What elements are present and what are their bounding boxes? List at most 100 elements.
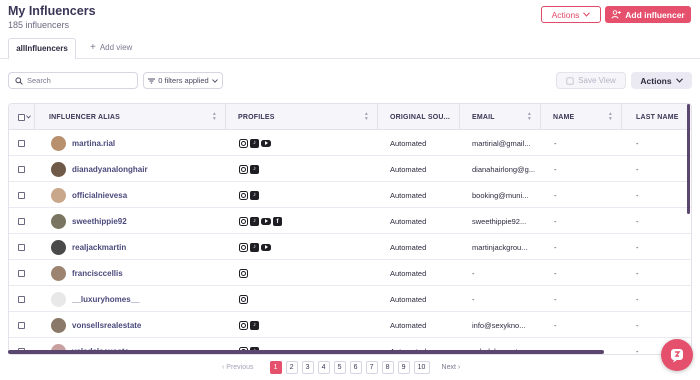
vertical-scrollbar[interactable] [687,104,690,214]
previous-page-link[interactable]: ‹ Previous [222,364,254,371]
table-row[interactable]: martina.rial ♪ Automated martirial@gmail...… [9,130,691,156]
column-source-label: ORIGINAL SOU... [390,113,451,121]
source-cell: Automated [390,216,427,226]
youtube-icon[interactable] [261,139,271,147]
instagram-icon[interactable] [239,320,248,330]
influencer-alias-link[interactable]: francisccellis [72,269,123,278]
avatar [51,161,66,177]
add-influencer-button[interactable]: Add influencer [605,6,691,23]
instagram-icon[interactable] [239,164,248,174]
profiles-cell: ♪ f [239,208,378,234]
instagram-icon[interactable] [239,138,248,148]
search-box[interactable] [8,72,138,89]
tab-allinfluencers[interactable]: allInfluencers [8,38,76,60]
row-checkbox[interactable] [18,295,25,303]
horizontal-scrollbar[interactable] [8,350,604,354]
instagram-icon[interactable] [239,190,248,200]
column-header-alias[interactable]: INFLUENCER ALIAS ▲ ▼ [35,104,226,130]
influencer-alias-link[interactable]: vonsellsrealestate [72,321,141,330]
column-header-name[interactable]: NAME ▲ ▼ [541,104,622,130]
row-checkbox[interactable] [18,217,25,225]
table-row[interactable]: officialnievesa ♪ Automated booking@muni...… [9,182,691,208]
page-10-button[interactable]: 10 [413,361,430,374]
page-8-button[interactable]: 8 [381,361,394,374]
column-header-last-name[interactable]: LAST NAME [622,104,691,130]
instagram-icon[interactable] [239,242,248,252]
sort-icon[interactable]: ▲ ▼ [608,112,613,122]
tiktok-icon[interactable]: ♪ [250,320,259,330]
page-4-button[interactable]: 4 [317,361,330,374]
column-header-profiles[interactable]: PROFILES ▲ ▼ [226,104,378,130]
row-select-cell [18,234,35,260]
instagram-icon[interactable] [239,268,248,278]
influencer-alias-link[interactable]: officialnievesa [72,191,127,200]
column-header-email[interactable]: EMAIL ▲ ▼ [460,104,541,130]
source-cell: Automated [390,294,427,304]
table-row[interactable]: realjackmartin ♪ Automated martinjackgrou..… [9,234,691,260]
profiles-cell: ♪ [239,234,378,260]
influencer-alias-link[interactable]: sweethippie92 [72,217,127,226]
tiktok-icon[interactable]: ♪ [250,164,259,174]
next-page-link[interactable]: Next › [442,364,461,371]
tiktok-icon[interactable]: ♪ [250,190,259,200]
last-name-cell: - [636,320,639,330]
page-6-button[interactable]: 6 [349,361,362,374]
page-header: My Influencers 185 influencers [8,4,96,30]
chevron-down-icon [675,78,683,83]
sort-icon[interactable]: ▲ ▼ [364,112,369,122]
table-row[interactable]: vonsellsrealestate ♪ Automated info@sexykno… [9,312,691,338]
add-view-tab[interactable]: + Add view [90,42,132,53]
facebook-icon[interactable]: f [273,216,282,226]
influencer-alias-link[interactable]: __luxuryhomes__ [72,295,140,304]
alias-cell: officialnievesa [51,182,226,208]
row-checkbox[interactable] [18,269,25,277]
select-all-checkbox[interactable] [18,113,25,121]
profiles-cell: ♪ [239,312,378,338]
name-cell: - [554,268,557,278]
row-checkbox[interactable] [18,321,25,329]
tiktok-icon[interactable]: ♪ [250,216,259,226]
column-header-source[interactable]: ORIGINAL SOU... [378,104,460,130]
sort-icon[interactable]: ▲ ▼ [527,112,532,122]
filters-dropdown[interactable]: 0 filters applied [143,72,223,89]
youtube-icon[interactable] [261,217,271,225]
instagram-icon[interactable] [239,294,248,304]
row-checkbox[interactable] [18,165,25,173]
table-row[interactable]: __luxuryhomes__ Automated - - - [9,286,691,312]
row-checkbox[interactable] [18,139,25,147]
instagram-icon[interactable] [239,216,248,226]
influencer-alias-link[interactable]: martina.rial [72,139,115,148]
table-row[interactable]: dianadyanalonghair ♪ Automated dianahairlon… [9,156,691,182]
name-cell: - [554,216,557,226]
search-input[interactable] [27,76,127,85]
influencer-alias-link[interactable]: realjackmartin [72,243,126,252]
youtube-icon[interactable] [261,243,271,251]
page-title: My Influencers [8,4,96,18]
tiktok-icon[interactable]: ♪ [250,138,259,148]
chat-button[interactable] [661,339,693,371]
page-1-button[interactable]: 1 [269,361,282,374]
table-row[interactable]: sweethippie92 ♪ f Automated sweethippie92...… [9,208,691,234]
tiktok-icon[interactable]: ♪ [250,242,259,252]
table-row[interactable]: francisccellis Automated - - - [9,260,691,286]
row-checkbox[interactable] [18,191,25,199]
table-actions-button[interactable]: Actions [631,72,692,89]
row-checkbox[interactable] [18,243,25,251]
profiles-cell: ♪ [239,182,378,208]
page-3-button[interactable]: 3 [301,361,314,374]
avatar [51,135,66,151]
page-9-button[interactable]: 9 [397,361,410,374]
page-2-button[interactable]: 2 [285,361,298,374]
save-view-button[interactable]: Save View [556,72,626,89]
sort-icon[interactable]: ▲ ▼ [212,112,217,122]
influencer-alias-link[interactable]: dianadyanalonghair [72,165,148,174]
profiles-cell: ♪ [239,156,378,182]
save-view-label: Save View [578,76,616,85]
top-actions-button[interactable]: Actions [541,6,601,23]
page-5-button[interactable]: 5 [333,361,346,374]
filter-icon [148,78,156,83]
alias-cell: martina.rial [51,130,226,156]
page-7-button[interactable]: 7 [365,361,378,374]
chevron-down-icon[interactable] [26,115,31,119]
name-cell: - [554,294,557,304]
